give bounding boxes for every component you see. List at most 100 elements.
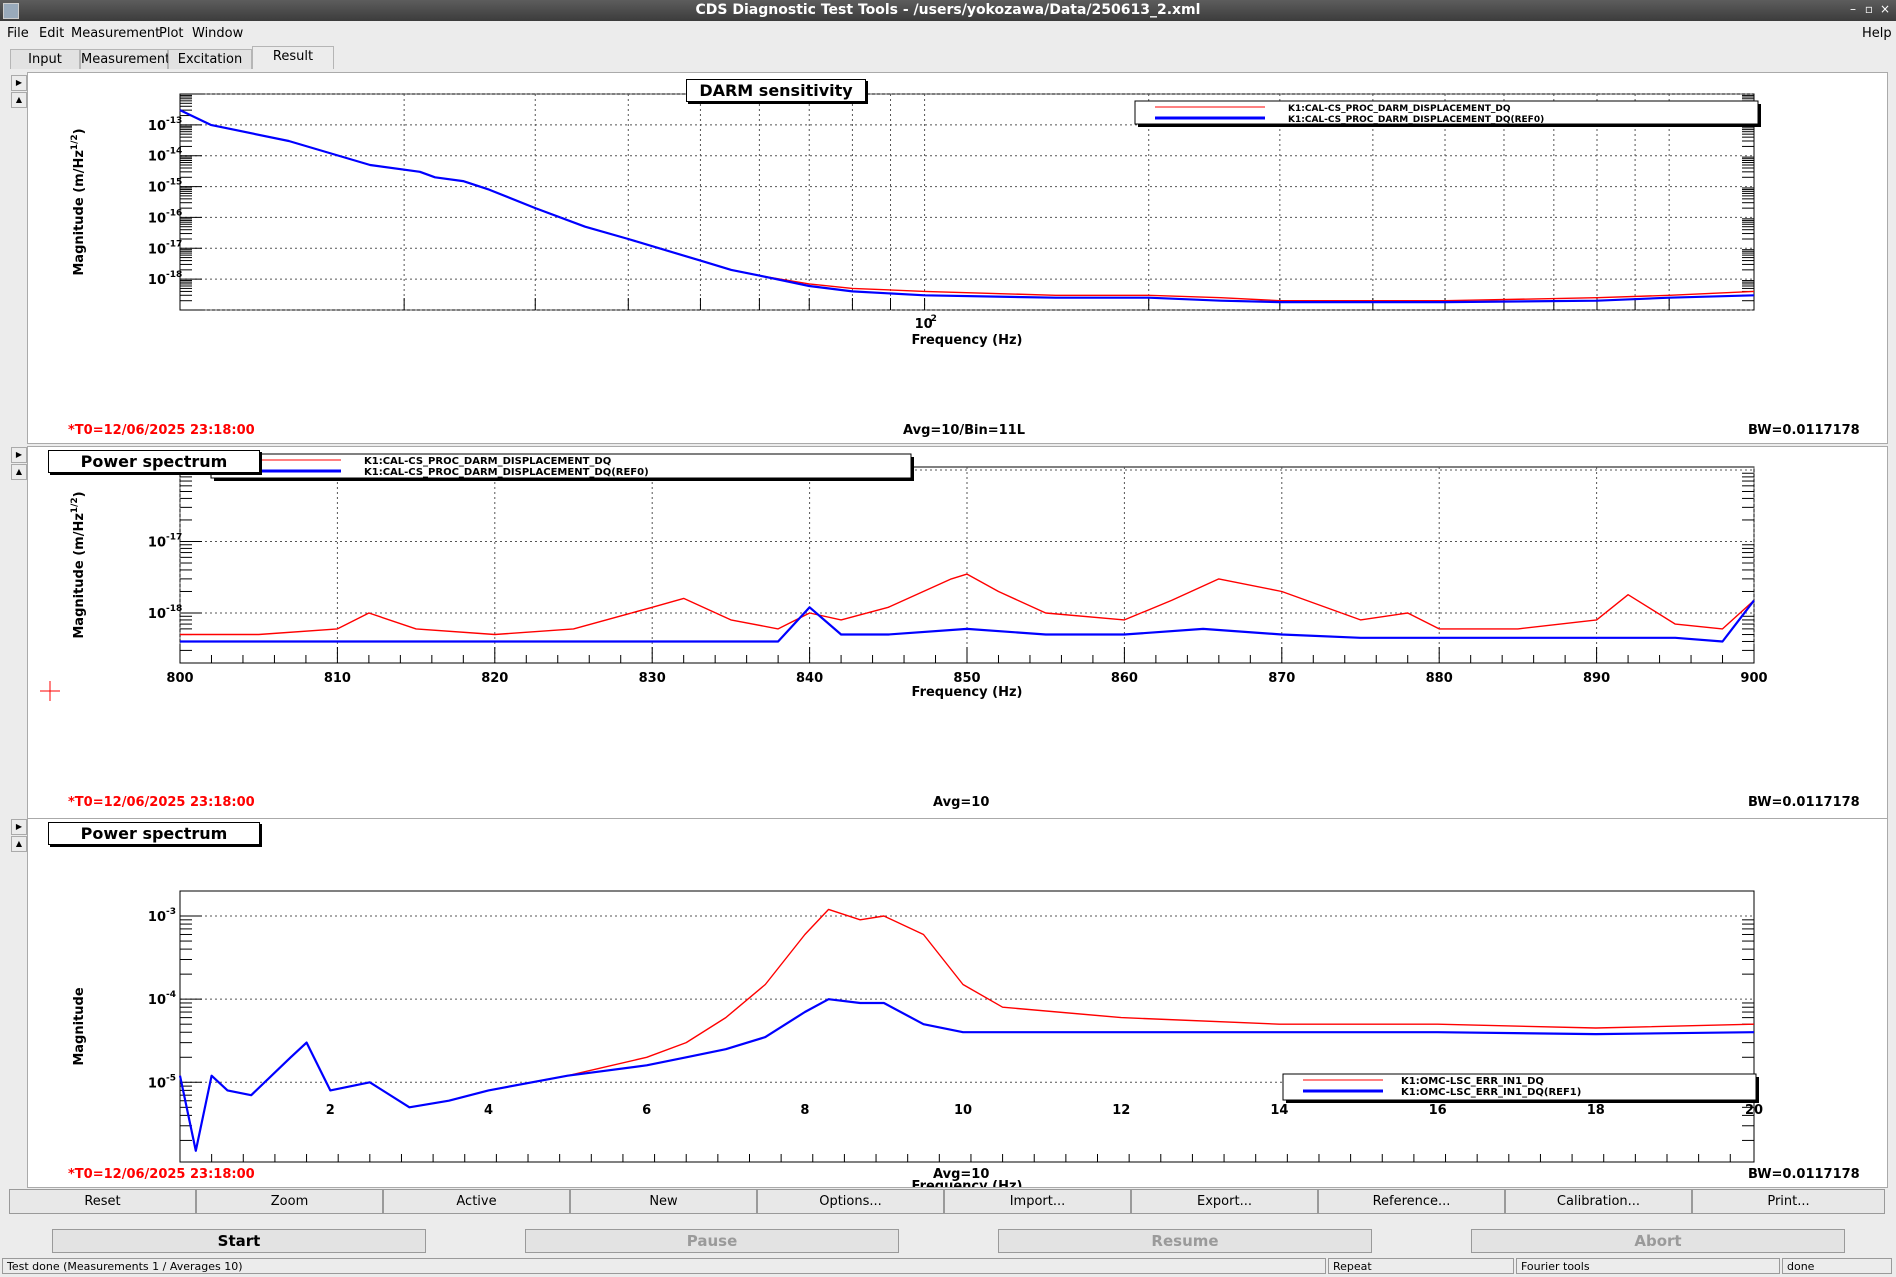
abort-button[interactable]: Abort bbox=[1471, 1229, 1845, 1253]
new-button[interactable]: New bbox=[570, 1189, 757, 1214]
y-axis-label-text: Magnitude (m/Hz bbox=[72, 513, 87, 639]
active-button[interactable]: Active bbox=[383, 1189, 570, 1214]
status-repeat: Repeat bbox=[1328, 1258, 1514, 1274]
resume-button[interactable]: Resume bbox=[998, 1229, 1372, 1253]
plot-1-bw: BW=0.0117178 bbox=[1748, 423, 1860, 438]
plot-1-canvas[interactable]: 10 -1310 -1410 -1510 -1610 -1710 -18102Frequen… bbox=[28, 73, 1887, 443]
start-button[interactable]: Start bbox=[52, 1229, 426, 1253]
y-tick-exponent: -16 bbox=[166, 208, 182, 218]
menu-window[interactable]: Window bbox=[192, 26, 243, 41]
y-tick-exponent: -18 bbox=[166, 270, 182, 280]
pause-button[interactable]: Pause bbox=[525, 1229, 899, 1253]
status-state: done bbox=[1782, 1258, 1892, 1274]
x-tick-label: 830 bbox=[639, 671, 666, 686]
plot-button-row: Reset Zoom Active New Options... Import.… bbox=[9, 1189, 1887, 1214]
x-axis-label: Frequency (Hz) bbox=[912, 685, 1023, 700]
import-button[interactable]: Import... bbox=[944, 1189, 1131, 1214]
y-tick-exponent: -4 bbox=[166, 990, 176, 1000]
legend-label: K1:CAL-CS_PROC_DARM_DISPLACEMENT_DQ bbox=[364, 456, 611, 467]
pad-up-icon[interactable]: ▲ bbox=[11, 836, 27, 852]
calibration-button[interactable]: Calibration... bbox=[1505, 1189, 1692, 1214]
y-tick-label: 10 bbox=[148, 211, 166, 226]
status-message: Test done (Measurements 1 / Averages 10) bbox=[2, 1258, 1326, 1274]
plot-3-title: Power spectrum bbox=[48, 822, 260, 845]
y-tick-label: 10 bbox=[148, 242, 166, 257]
plot-2-t0: *T0=12/06/2025 23:18:00 bbox=[68, 795, 255, 810]
x-tick-label: 8 bbox=[800, 1103, 809, 1118]
y-tick-label: 10 bbox=[148, 119, 166, 134]
pad-next-icon[interactable]: ▶ bbox=[11, 819, 27, 835]
y-axis-label: Magnitude (m/Hz1/2) bbox=[70, 491, 87, 638]
y-axis-label-sup: 1/2 bbox=[70, 497, 80, 513]
plot-3-canvas[interactable]: 10 -310 -410 -52 4 6 8 10 12 14 16 18 20Frequency (H… bbox=[28, 819, 1887, 1194]
y-tick-label: 10 bbox=[148, 993, 166, 1008]
y-tick-exponent: -15 bbox=[166, 178, 182, 188]
x-tick-label: 880 bbox=[1426, 671, 1453, 686]
legend-label: K1:CAL-CS_PROC_DARM_DISPLACEMENT_DQ(REF0… bbox=[1288, 115, 1544, 125]
options-button[interactable]: Options... bbox=[757, 1189, 944, 1214]
x-tick-label: 2 bbox=[326, 1103, 335, 1118]
y-axis-label-text: Magnitude bbox=[72, 987, 87, 1066]
x-tick-exponent: 2 bbox=[931, 314, 937, 324]
plot-pad-2[interactable]: 10-1610-1710-188008108208308408508608708… bbox=[27, 446, 1888, 820]
plot-2-canvas[interactable]: 10-1610-1710-188008108208308408508608708… bbox=[28, 447, 1887, 819]
y-tick-label: 10 bbox=[148, 535, 166, 550]
x-tick-label: 890 bbox=[1583, 671, 1610, 686]
legend-label: K1:CAL-CS_PROC_DARM_DISPLACEMENT_DQ bbox=[1288, 104, 1511, 114]
y-tick-exponent: -14 bbox=[166, 147, 182, 157]
y-tick-exponent: -5 bbox=[166, 1073, 176, 1083]
print-button[interactable]: Print... bbox=[1692, 1189, 1885, 1214]
plot-2-avg: Avg=10 bbox=[933, 795, 990, 810]
minimize-icon[interactable]: – bbox=[1846, 2, 1860, 18]
plot-pad-1[interactable]: 10 -13 10 -14 10 -15 10 -16 10 -17 10 -18 10 2 Frequen… bbox=[27, 72, 1888, 444]
zoom-button[interactable]: Zoom bbox=[196, 1189, 383, 1214]
x-tick-label: 870 bbox=[1268, 671, 1295, 686]
tab-measurement[interactable]: Measurement bbox=[80, 49, 170, 69]
pad-next-icon[interactable]: ▶ bbox=[11, 75, 27, 91]
status-tool: Fourier tools bbox=[1516, 1258, 1780, 1274]
x-tick-label: 20 bbox=[1745, 1103, 1763, 1118]
x-tick-label: 840 bbox=[796, 671, 823, 686]
x-tick-label: 4 bbox=[484, 1103, 493, 1118]
plot-3-avg: Avg=10 bbox=[933, 1167, 990, 1182]
y-tick-label: 10 bbox=[148, 607, 166, 622]
x-tick-label: 860 bbox=[1111, 671, 1138, 686]
pad-up-icon[interactable]: ▲ bbox=[11, 464, 27, 480]
y-tick-exponent: -3 bbox=[166, 907, 176, 917]
x-tick-label: 14 bbox=[1270, 1103, 1288, 1118]
plot-3-bw: BW=0.0117178 bbox=[1748, 1167, 1860, 1182]
maximize-icon[interactable]: ▫ bbox=[1862, 2, 1876, 18]
x-tick-label: 12 bbox=[1112, 1103, 1130, 1118]
tab-excitation[interactable]: Excitation bbox=[168, 49, 252, 69]
pad-next-icon[interactable]: ▶ bbox=[11, 447, 27, 463]
plot-pad-3[interactable]: 10 -3 10 -4 10 -5 2 4 6 8 10 12 14 16 18 20 Frequency (H… bbox=[27, 818, 1888, 1194]
x-tick-label: 900 bbox=[1740, 671, 1767, 686]
tab-input[interactable]: Input bbox=[10, 49, 80, 69]
x-tick-label: 10 bbox=[954, 1103, 972, 1118]
y-tick-label: 10 bbox=[148, 910, 166, 925]
menu-help[interactable]: Help bbox=[1862, 26, 1892, 41]
export-button[interactable]: Export... bbox=[1131, 1189, 1318, 1214]
reference-button[interactable]: Reference... bbox=[1318, 1189, 1505, 1214]
close-icon[interactable]: × bbox=[1878, 2, 1892, 18]
y-axis-label-sup: 1/2 bbox=[70, 134, 80, 150]
plot-2-bw: BW=0.0117178 bbox=[1748, 795, 1860, 810]
legend-label: K1:OMC-LSC_ERR_IN1_DQ(REF1) bbox=[1401, 1087, 1581, 1098]
menu-plot[interactable]: Plot bbox=[159, 26, 184, 41]
x-tick-label: 16 bbox=[1429, 1103, 1447, 1118]
y-tick-exponent: -17 bbox=[166, 532, 182, 542]
x-tick-label: 18 bbox=[1587, 1103, 1605, 1118]
y-axis-label: Magnitude (m/Hz1/2) bbox=[70, 128, 87, 275]
y-tick-exponent: -18 bbox=[166, 604, 182, 614]
legend-label: K1:OMC-LSC_ERR_IN1_DQ bbox=[1401, 1076, 1544, 1087]
tab-result[interactable]: Result bbox=[252, 46, 334, 69]
plot-1-t0: *T0=12/06/2025 23:18:00 bbox=[68, 423, 255, 438]
y-tick-label: 10 bbox=[148, 273, 166, 288]
menu-edit[interactable]: Edit bbox=[39, 26, 64, 41]
legend-label: K1:CAL-CS_PROC_DARM_DISPLACEMENT_DQ(REF0… bbox=[364, 467, 649, 478]
menu-file[interactable]: File bbox=[7, 26, 29, 41]
title-bar: CDS Diagnostic Test Tools - /users/yokoz… bbox=[0, 0, 1896, 21]
pad-up-icon[interactable]: ▲ bbox=[11, 92, 27, 108]
reset-button[interactable]: Reset bbox=[9, 1189, 196, 1214]
menu-measurement[interactable]: Measurement bbox=[71, 26, 160, 41]
